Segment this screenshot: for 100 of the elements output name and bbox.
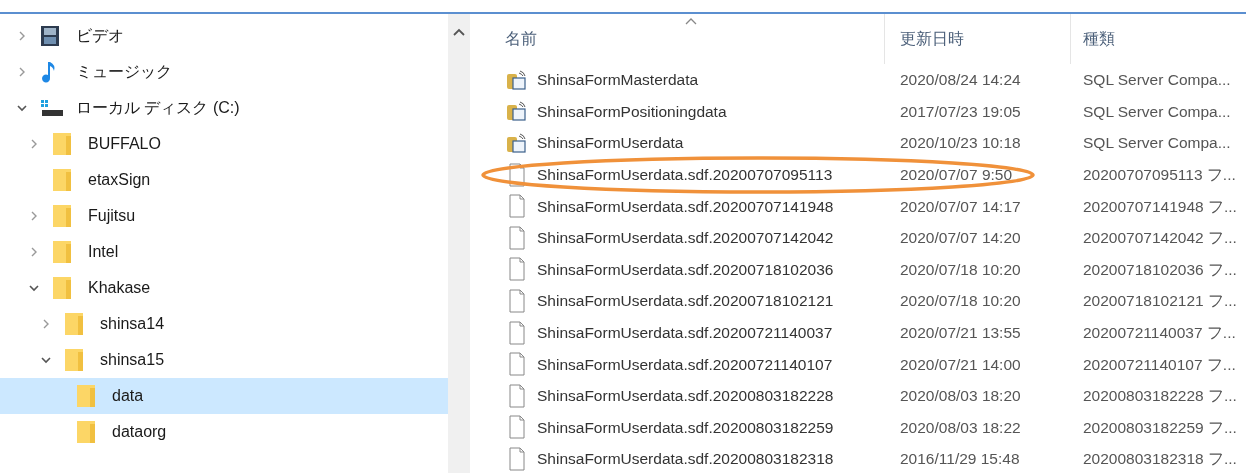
file-row[interactable]: ShinsaFormUserdata.sdf.20200718102036 2020/07/18 10:20 20200718102036 フ... <box>470 253 1246 286</box>
document-icon <box>508 194 526 219</box>
modified-date: 2020/07/18 10:20 <box>899 259 1022 280</box>
modified-date: 2020/07/07 14:20 <box>899 228 1022 249</box>
tree-item-label: shinsa15 <box>100 350 165 370</box>
file-name: ShinsaFormUserdata.sdf.20200718102121 <box>537 291 834 312</box>
document-icon <box>508 320 526 345</box>
tree-item-label: ローカル ディスク (C:) <box>76 98 240 118</box>
database-file-icon <box>506 68 528 91</box>
column-header[interactable]: 名前 <box>470 14 884 64</box>
file-row[interactable]: ShinsaFormUserdata.sdf.20200721140037 2020/07/21 13:55 20200721140037 フ... <box>470 316 1246 349</box>
tree-item-label: data <box>112 386 144 406</box>
folder-icon <box>52 168 72 192</box>
document-icon <box>508 352 526 377</box>
file-type: SQL Server Compa... <box>1082 101 1231 122</box>
document-icon <box>508 225 526 250</box>
tree-item-label: Khakase <box>88 278 151 298</box>
modified-date: 2020/07/21 14:00 <box>899 354 1022 375</box>
file-name: ShinsaFormUserdata.sdf.20200803182318 <box>537 449 834 470</box>
tree-item-label: ミュージック <box>76 62 172 82</box>
modified-date: 2020/07/07 9:50 <box>899 164 1014 185</box>
modified-date: 2020/08/03 18:22 <box>899 417 1022 438</box>
file-name: ShinsaFormUserdata.sdf.20200707141948 <box>537 196 834 217</box>
file-row[interactable]: ShinsaFormUserdata.sdf.20200803182318 2016/11/29 15:48 20200803182318 フ... <box>470 443 1246 473</box>
tree-item[interactable]: ミュージック <box>0 54 448 90</box>
folder-icon <box>52 132 72 156</box>
file-row[interactable]: ShinsaFormUserdata.sdf.20200707095113 2020/07/07 9:50 20200707095113 フ... <box>470 158 1246 191</box>
file-name: ShinsaFormUserdata.sdf.20200718102036 <box>537 259 834 280</box>
document-icon <box>508 383 526 408</box>
file-name: ShinsaFormUserdata.sdf.20200721140107 <box>537 354 833 375</box>
modified-date: 2020/07/21 13:55 <box>899 322 1022 343</box>
tree-item-label: Intel <box>88 242 119 262</box>
file-name: ShinsaFormUserdata.sdf.20200803182228 <box>537 386 834 407</box>
chevron-down-icon[interactable] <box>16 102 28 114</box>
file-type: 20200707095113 フ... <box>1082 164 1236 185</box>
file-row[interactable]: ShinsaFormUserdata.sdf.20200718102121 2020/07/18 10:20 20200718102121 フ... <box>470 285 1246 317</box>
file-name: ShinsaFormUserdata.sdf.20200707142042 <box>537 228 834 249</box>
file-name: ShinsaFormPositioningdata <box>537 101 727 122</box>
file-row[interactable]: ShinsaFormUserdata.sdf.20200721140107 2020/07/21 14:00 20200721140107 フ... <box>470 348 1246 380</box>
file-type: 20200803182318 フ... <box>1082 449 1237 470</box>
film-icon <box>40 25 60 47</box>
file-name: ShinsaFormMasterdata <box>537 70 699 91</box>
folder-icon <box>64 312 84 336</box>
file-type: SQL Server Compa... <box>1082 70 1231 91</box>
tree-item[interactable]: BUFFALO <box>0 126 448 162</box>
file-type: 20200803182259 フ... <box>1082 417 1237 438</box>
modified-date: 2016/11/29 15:48 <box>899 449 1021 470</box>
database-file-icon <box>506 100 528 123</box>
database-file-icon <box>506 132 528 154</box>
folder-icon <box>76 420 96 444</box>
tree-item[interactable]: shinsa15 <box>0 342 448 378</box>
chevron-down-icon[interactable] <box>28 282 40 294</box>
scrollbar[interactable] <box>448 14 470 473</box>
tree-item-label: ビデオ <box>76 26 124 46</box>
file-name: ShinsaFormUserdata.sdf.20200721140037 <box>537 322 833 343</box>
column-header[interactable]: 更新日時 <box>884 14 1070 64</box>
file-type: 20200803182228 フ... <box>1082 386 1237 407</box>
file-name: ShinsaFormUserdata.sdf.20200803182259 <box>537 417 834 438</box>
sort-caret-icon <box>685 18 697 25</box>
document-icon <box>508 257 526 282</box>
folder-icon <box>76 384 96 408</box>
folder-icon <box>52 276 72 300</box>
file-row[interactable]: ShinsaFormUserdata.sdf.20200707141948 2020/07/07 14:17 20200707141948 フ... <box>470 190 1246 222</box>
file-row[interactable]: ShinsaFormMasterdata 2020/08/24 14:24 SQL Server Compa... <box>470 64 1246 96</box>
chevron-down-icon[interactable] <box>40 354 52 366</box>
modified-date: 2020/08/24 14:24 <box>899 70 1022 91</box>
tree-item[interactable]: ビデオ <box>0 18 448 54</box>
tree-item-label: Fujitsu <box>88 206 136 226</box>
tree-item-label: shinsa14 <box>100 314 165 334</box>
file-type: 20200721140107 フ... <box>1082 354 1236 375</box>
tree-item-label: etaxSign <box>88 170 151 190</box>
file-row[interactable]: ShinsaFormUserdata.sdf.20200707142042 2020/07/07 14:20 20200707142042 フ... <box>470 221 1246 254</box>
file-type: 20200707141948 フ... <box>1082 196 1237 217</box>
file-name: ShinsaFormUserdata <box>537 133 684 154</box>
file-type: 20200707142042 フ... <box>1082 228 1237 249</box>
modified-date: 2020/08/03 18:20 <box>899 386 1022 407</box>
file-row[interactable]: ShinsaFormUserdata.sdf.20200803182259 2020/08/03 18:22 20200803182259 フ... <box>470 411 1246 444</box>
tree-item[interactable]: Fujitsu <box>0 198 448 234</box>
tree-item-label: BUFFALO <box>88 134 161 154</box>
tree-item[interactable]: ローカル ディスク (C:) <box>0 90 448 126</box>
tree-item[interactable]: dataorg <box>0 414 448 450</box>
document-icon <box>508 415 526 440</box>
tree-item[interactable]: data <box>0 378 448 414</box>
modified-date: 2020/10/23 10:18 <box>899 133 1022 154</box>
column-header[interactable]: 種類 <box>1070 14 1246 64</box>
file-row[interactable]: ShinsaFormUserdata 2020/10/23 10:18 SQL Server Compa... <box>470 127 1246 159</box>
tree-item[interactable]: etaxSign <box>0 162 448 198</box>
folder-icon <box>64 348 84 372</box>
modified-date: 2017/07/23 19:05 <box>899 101 1022 122</box>
file-type: SQL Server Compa... <box>1082 133 1231 154</box>
tree-item-label: dataorg <box>112 422 167 442</box>
document-icon <box>508 288 526 313</box>
tree-item[interactable]: Khakase <box>0 270 448 306</box>
file-name: ShinsaFormUserdata.sdf.20200707095113 <box>537 164 833 185</box>
modified-date: 2020/07/07 14:17 <box>899 196 1022 217</box>
file-row[interactable]: ShinsaFormUserdata.sdf.20200803182228 2020/08/03 18:20 20200803182228 フ... <box>470 379 1246 412</box>
file-row[interactable]: ShinsaFormPositioningdata 2017/07/23 19:05 SQL Server Compa... <box>470 95 1246 128</box>
tree-item[interactable]: Intel <box>0 234 448 270</box>
tree-item[interactable]: shinsa14 <box>0 306 448 342</box>
file-type: 20200718102036 フ... <box>1082 259 1237 280</box>
